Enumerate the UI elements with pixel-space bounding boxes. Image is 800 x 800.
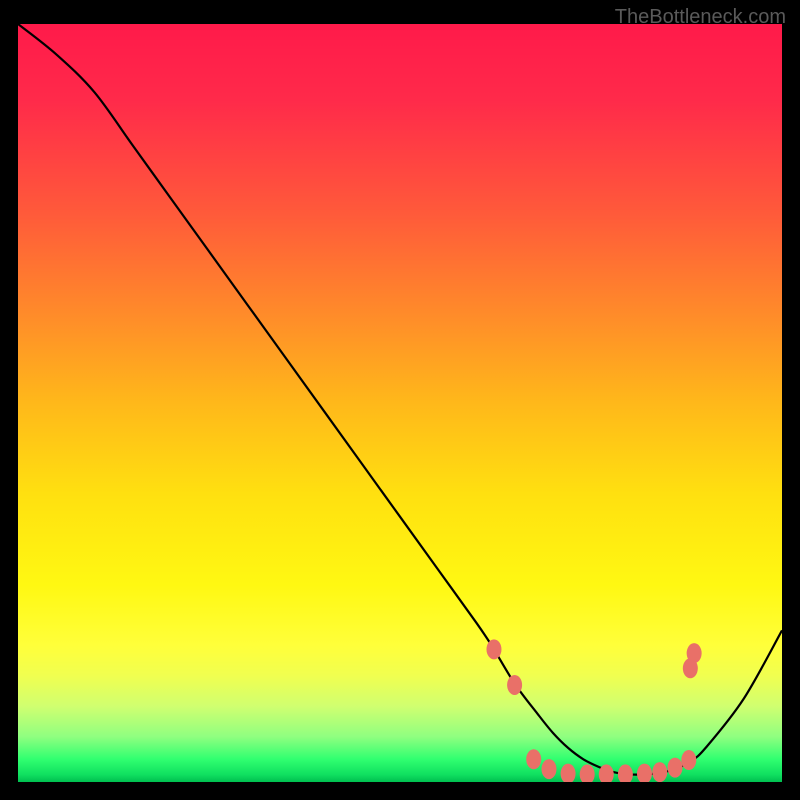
curve-marker — [526, 749, 541, 769]
curve-marker — [637, 764, 652, 782]
curve-marker — [652, 762, 667, 782]
curve-marker — [668, 758, 683, 778]
curve-marker — [687, 643, 702, 663]
curve-marker — [618, 764, 633, 782]
markers-group — [486, 639, 701, 782]
plot-area — [18, 24, 782, 782]
curve-marker — [541, 759, 556, 779]
chart-svg — [18, 24, 782, 782]
curve-marker — [681, 750, 696, 770]
watermark-text: TheBottleneck.com — [615, 6, 786, 29]
curve-marker — [580, 764, 595, 782]
curve-marker — [507, 675, 522, 695]
curve-marker — [561, 764, 576, 782]
curve-line — [18, 24, 782, 775]
curve-marker — [486, 639, 501, 659]
